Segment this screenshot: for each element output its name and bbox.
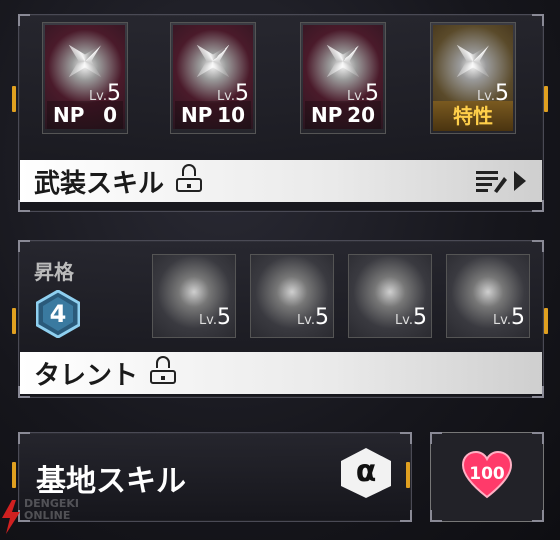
right-accent-mark — [544, 86, 548, 112]
list-edit-arrow-icon[interactable] — [476, 169, 528, 193]
alpha-badge: α — [338, 446, 394, 500]
talent-bar[interactable]: タレント — [20, 352, 542, 394]
weapon-skill-bar[interactable]: 武装スキル — [20, 160, 542, 202]
talent-card-3[interactable]: Lv.5 — [348, 254, 432, 338]
talent-label: タレント — [34, 360, 139, 391]
alpha-symbol: α — [355, 454, 377, 489]
np-card-2[interactable]: Lv.5 NP 10 — [170, 22, 256, 134]
lock-icon — [148, 356, 178, 384]
talent-card-4[interactable]: Lv.5 — [446, 254, 530, 338]
heart-icon: 100 — [459, 447, 515, 503]
left-accent-mark — [12, 308, 16, 334]
right-accent-mark — [544, 308, 548, 334]
watermark-text: DENGEKI ONLINE — [24, 497, 80, 522]
watermark-logo-icon — [2, 500, 20, 534]
lock-icon — [174, 164, 204, 192]
np-card-1[interactable]: Lv.5 NP 0 — [42, 22, 128, 134]
np-label: NP 20 — [305, 101, 381, 129]
trait-label: 特性 — [433, 101, 513, 131]
trait-card[interactable]: Lv.5 特性 — [430, 22, 516, 134]
talent-card-2[interactable]: Lv.5 — [250, 254, 334, 338]
right-accent-mark — [406, 462, 410, 488]
left-accent-mark — [12, 86, 16, 112]
affection-panel[interactable]: 100 — [430, 432, 544, 522]
weapon-skill-label: 武装スキル — [34, 168, 165, 199]
np-card-3[interactable]: Lv.5 NP 20 — [300, 22, 386, 134]
affection-value: 100 — [469, 464, 505, 484]
rank-value: 4 — [49, 300, 67, 328]
left-accent-mark — [12, 462, 16, 488]
np-label: NP 10 — [175, 101, 251, 129]
np-label: NP 0 — [47, 101, 123, 129]
rank-label: 昇格 — [34, 260, 74, 284]
rank-hex-badge: 4 — [35, 289, 81, 339]
base-skill-label: 基地スキル — [36, 464, 186, 499]
talent-card-1[interactable]: Lv.5 — [152, 254, 236, 338]
